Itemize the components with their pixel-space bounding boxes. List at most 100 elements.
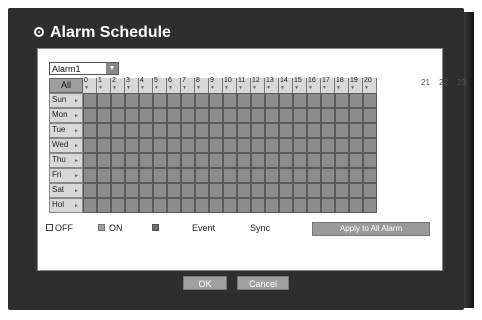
schedule-cell[interactable] — [125, 153, 139, 168]
schedule-cell[interactable] — [153, 168, 167, 183]
day-row-header[interactable]: Mon ► — [49, 108, 83, 123]
off-swatch[interactable] — [46, 224, 53, 231]
schedule-cell[interactable] — [335, 183, 349, 198]
schedule-cell[interactable] — [279, 183, 293, 198]
schedule-cell[interactable] — [363, 93, 377, 108]
day-row-header[interactable]: Sat ► — [49, 183, 83, 198]
schedule-cell[interactable] — [335, 168, 349, 183]
hour-header[interactable]: 0 ▼ — [83, 77, 97, 93]
schedule-cell[interactable] — [195, 198, 209, 213]
schedule-cell[interactable] — [167, 198, 181, 213]
schedule-cell[interactable] — [97, 153, 111, 168]
schedule-cell[interactable] — [195, 138, 209, 153]
schedule-cell[interactable] — [237, 138, 251, 153]
schedule-cell[interactable] — [125, 93, 139, 108]
schedule-cell[interactable] — [181, 183, 195, 198]
schedule-cell[interactable] — [363, 108, 377, 123]
hour-header[interactable]: 9 ▼ — [209, 77, 223, 93]
schedule-cell[interactable] — [321, 168, 335, 183]
schedule-cell[interactable] — [279, 138, 293, 153]
schedule-cell[interactable] — [293, 93, 307, 108]
hour-header[interactable]: 17 ▼ — [321, 77, 335, 93]
schedule-cell[interactable] — [349, 138, 363, 153]
hour-header[interactable]: 14 ▼ — [279, 77, 293, 93]
schedule-cell[interactable] — [307, 198, 321, 213]
schedule-cell[interactable] — [209, 168, 223, 183]
hour-header[interactable]: 18 ▼ — [335, 77, 349, 93]
schedule-cell[interactable] — [321, 108, 335, 123]
schedule-cell[interactable] — [125, 123, 139, 138]
schedule-cell[interactable] — [195, 153, 209, 168]
schedule-cell[interactable] — [223, 138, 237, 153]
schedule-cell[interactable] — [153, 123, 167, 138]
hour-header[interactable]: 13 ▼ — [265, 77, 279, 93]
schedule-cell[interactable] — [363, 123, 377, 138]
schedule-cell[interactable] — [167, 93, 181, 108]
day-row-header[interactable]: Tue ► — [49, 123, 83, 138]
schedule-cell[interactable] — [223, 153, 237, 168]
day-row-header[interactable]: Wed ► — [49, 138, 83, 153]
event-swatch[interactable] — [152, 224, 159, 231]
schedule-cell[interactable] — [97, 123, 111, 138]
apply-to-all-alarm-button[interactable]: Apply to All Alarm — [312, 222, 430, 236]
schedule-cell[interactable] — [307, 168, 321, 183]
alarm-select[interactable]: Alarm1 ▼ — [49, 62, 119, 75]
schedule-cell[interactable] — [167, 138, 181, 153]
schedule-cell[interactable] — [97, 138, 111, 153]
schedule-cell[interactable] — [349, 153, 363, 168]
day-row-header[interactable]: Hol ► — [49, 198, 83, 213]
schedule-cell[interactable] — [209, 153, 223, 168]
schedule-cell[interactable] — [111, 108, 125, 123]
schedule-cell[interactable] — [307, 138, 321, 153]
schedule-cell[interactable] — [237, 168, 251, 183]
schedule-cell[interactable] — [195, 108, 209, 123]
schedule-cell[interactable] — [265, 138, 279, 153]
schedule-cell[interactable] — [363, 153, 377, 168]
schedule-cell[interactable] — [307, 153, 321, 168]
schedule-cell[interactable] — [97, 183, 111, 198]
schedule-cell[interactable] — [265, 153, 279, 168]
schedule-cell[interactable] — [209, 108, 223, 123]
schedule-cell[interactable] — [181, 138, 195, 153]
schedule-cell[interactable] — [111, 153, 125, 168]
schedule-cell[interactable] — [139, 198, 153, 213]
hour-header[interactable]: 6 ▼ — [167, 77, 181, 93]
schedule-cell[interactable] — [167, 168, 181, 183]
schedule-cell[interactable] — [307, 93, 321, 108]
hour-header[interactable]: 15 ▼ — [293, 77, 307, 93]
schedule-cell[interactable] — [209, 198, 223, 213]
schedule-cell[interactable] — [349, 93, 363, 108]
schedule-cell[interactable] — [293, 138, 307, 153]
schedule-cell[interactable] — [279, 153, 293, 168]
day-row-header[interactable]: Thu ► — [49, 153, 83, 168]
schedule-cell[interactable] — [335, 138, 349, 153]
schedule-cell[interactable] — [335, 153, 349, 168]
schedule-cell[interactable] — [139, 123, 153, 138]
schedule-cell[interactable] — [139, 183, 153, 198]
schedule-cell[interactable] — [349, 108, 363, 123]
schedule-cell[interactable] — [209, 138, 223, 153]
schedule-cell[interactable] — [293, 153, 307, 168]
schedule-cell[interactable] — [237, 183, 251, 198]
schedule-cell[interactable] — [251, 183, 265, 198]
schedule-cell[interactable] — [279, 123, 293, 138]
schedule-cell[interactable] — [125, 168, 139, 183]
hour-header[interactable]: 10 ▼ — [223, 77, 237, 93]
schedule-cell[interactable] — [139, 153, 153, 168]
schedule-cell[interactable] — [223, 108, 237, 123]
schedule-cell[interactable] — [335, 108, 349, 123]
schedule-cell[interactable] — [125, 183, 139, 198]
day-row-header[interactable]: Sun ► — [49, 93, 83, 108]
schedule-cell[interactable] — [83, 123, 97, 138]
hour-header[interactable]: 7 ▼ — [181, 77, 195, 93]
hour-header[interactable]: 5 ▼ — [153, 77, 167, 93]
select-all-button[interactable]: All — [49, 78, 83, 93]
schedule-cell[interactable] — [279, 108, 293, 123]
day-row-header[interactable]: Fri ► — [49, 168, 83, 183]
schedule-cell[interactable] — [321, 198, 335, 213]
schedule-cell[interactable] — [307, 183, 321, 198]
hour-header[interactable]: 11 ▼ — [237, 77, 251, 93]
schedule-cell[interactable] — [223, 183, 237, 198]
schedule-cell[interactable] — [307, 108, 321, 123]
schedule-cell[interactable] — [251, 123, 265, 138]
